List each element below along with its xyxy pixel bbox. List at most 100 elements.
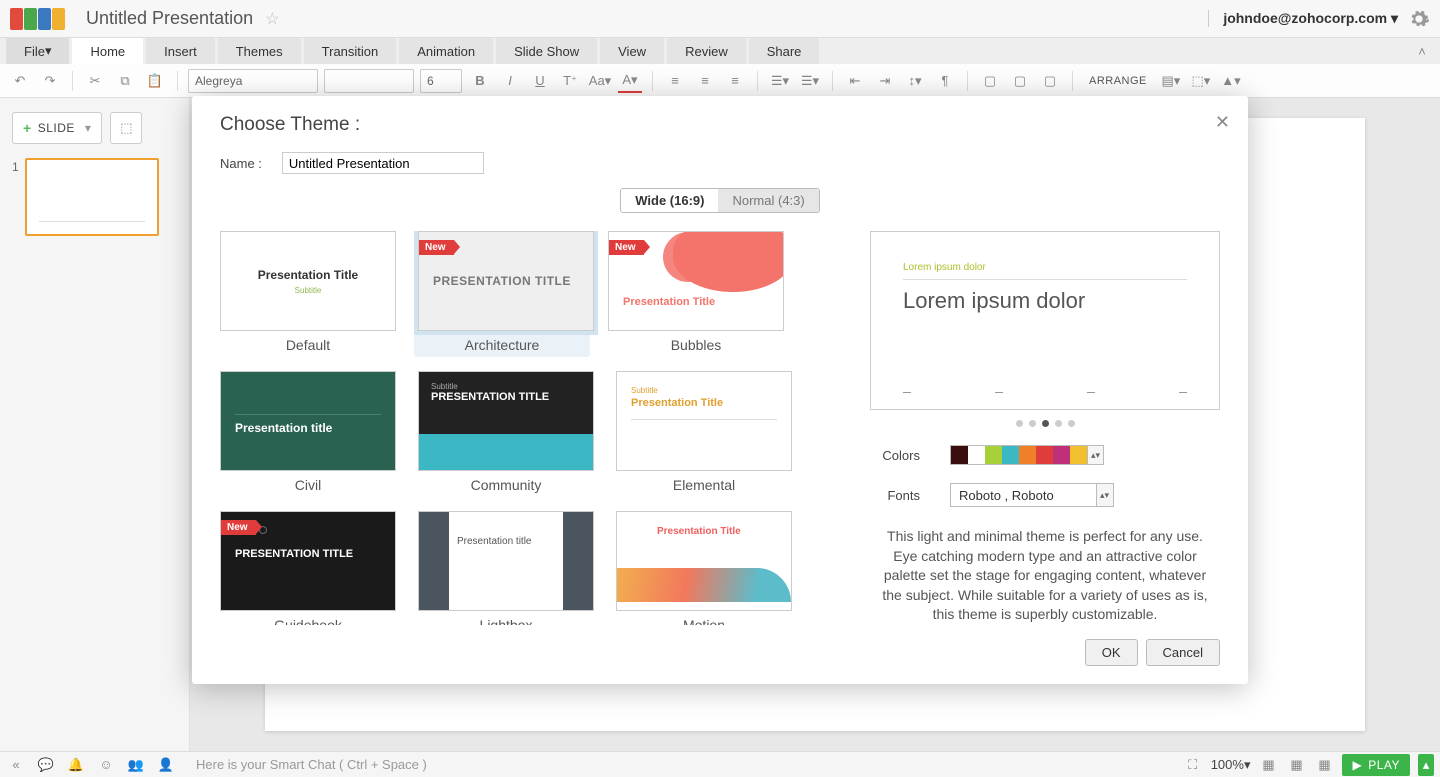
fit-icon[interactable]: ⛶ (1183, 755, 1203, 775)
color-swatch[interactable] (1036, 446, 1053, 464)
theme-civil[interactable]: Presentation title Civil (220, 371, 396, 493)
preview-pager[interactable] (870, 420, 1220, 427)
theme-community[interactable]: Subtitle PRESENTATION TITLE Community (418, 371, 594, 493)
chat-icon[interactable]: 💬 (36, 755, 56, 775)
ratio-normal-button[interactable]: Normal (4:3) (718, 189, 818, 212)
bullet-list-icon[interactable]: ☰▾ (768, 69, 792, 93)
font-style-select[interactable] (324, 69, 414, 93)
theme-motion[interactable]: Presentation Title Motion (616, 511, 792, 625)
menu-animation[interactable]: Animation (399, 38, 493, 64)
pager-dot[interactable] (1016, 420, 1023, 427)
color-swatches: ▴▾ (950, 445, 1104, 465)
decrease-indent-icon[interactable]: ⇤ (843, 69, 867, 93)
theme-preview-panel: Lorem ipsum dolor Lorem ipsum dolor Colo… (830, 231, 1220, 625)
menu-insert[interactable]: Insert (146, 38, 215, 64)
color-swatch[interactable] (1053, 446, 1070, 464)
menu-slideshow[interactable]: Slide Show (496, 38, 597, 64)
arrange-rotate-icon[interactable]: ▲▾ (1219, 69, 1243, 93)
notification-bell-icon[interactable]: 🔔 (66, 755, 86, 775)
menu-view[interactable]: View (600, 38, 664, 64)
theme-architecture[interactable]: New PRESENTATION TITLE Architecture (414, 231, 590, 357)
colors-dropdown-icon[interactable]: ▴▾ (1087, 446, 1103, 464)
cancel-button[interactable]: Cancel (1146, 639, 1220, 666)
new-slide-button[interactable]: + SLIDE ▾ (12, 112, 102, 144)
view-normal-icon[interactable]: ▦ (1258, 755, 1278, 775)
align-right-icon[interactable]: ≡ (723, 69, 747, 93)
status-bar: « 💬 🔔 ☺ 👥 👤 Here is your Smart Chat ( Ct… (0, 751, 1440, 777)
zoom-level[interactable]: 100%▾ (1211, 757, 1251, 773)
theme-default[interactable]: Presentation Title Subtitle Default (220, 231, 396, 353)
profile-icon[interactable]: 👤 (156, 755, 176, 775)
name-label: Name : (220, 156, 262, 171)
theme-lightbox[interactable]: Presentation title Lightbox (418, 511, 594, 625)
color-swatch[interactable] (951, 446, 968, 464)
underline-icon[interactable]: U (528, 69, 552, 93)
color-swatch[interactable] (968, 446, 985, 464)
user-email[interactable]: johndoe@zohocorp.com ▾ (1208, 10, 1398, 27)
smart-chat-hint[interactable]: Here is your Smart Chat ( Ctrl + Space ) (196, 757, 427, 772)
view-master-icon[interactable]: ▦ (1314, 755, 1334, 775)
play-dropdown[interactable]: ▴ (1418, 754, 1434, 776)
shape-3-icon[interactable]: ▢ (1038, 69, 1062, 93)
contacts-icon[interactable]: 👥 (126, 755, 146, 775)
cut-icon[interactable]: ✂ (83, 69, 107, 93)
theme-guidebook[interactable]: New PRESENTATION TITLE Guidebook (220, 511, 396, 625)
text-case-icon[interactable]: Aa▾ (588, 69, 612, 93)
increase-indent-icon[interactable]: ⇥ (873, 69, 897, 93)
color-swatch[interactable] (1070, 446, 1087, 464)
number-list-icon[interactable]: ☰▾ (798, 69, 822, 93)
paste-icon[interactable]: 📋 (143, 69, 167, 93)
play-button[interactable]: ▶ PLAY (1342, 754, 1410, 776)
superscript-icon[interactable]: T⁺ (558, 69, 582, 93)
presentation-name-input[interactable] (282, 152, 484, 174)
italic-icon[interactable]: I (498, 69, 522, 93)
pager-dot-active[interactable] (1042, 420, 1049, 427)
ratio-wide-button[interactable]: Wide (16:9) (621, 189, 718, 212)
undo-icon[interactable]: ↶ (8, 69, 32, 93)
shape-2-icon[interactable]: ▢ (1008, 69, 1032, 93)
color-swatch[interactable] (1002, 446, 1019, 464)
pager-dot[interactable] (1068, 420, 1075, 427)
document-title[interactable]: Untitled Presentation (86, 8, 253, 29)
expand-left-icon[interactable]: « (6, 755, 26, 775)
modal-overlay: Choose Theme : ✕ Name : Wide (16:9) Norm… (0, 0, 1440, 777)
settings-gear-icon[interactable] (1408, 8, 1430, 30)
theme-elemental[interactable]: Subtitle Presentation Title Elemental (616, 371, 792, 493)
dialog-close-icon[interactable]: ✕ (1215, 112, 1230, 133)
slide-layout-button[interactable]: ⬚ (110, 112, 142, 144)
theme-bubbles[interactable]: New Presentation Title Bubbles (608, 231, 784, 353)
menu-themes[interactable]: Themes (218, 38, 301, 64)
bold-icon[interactable]: B (468, 69, 492, 93)
copy-icon[interactable]: ⧉ (113, 69, 137, 93)
menu-file[interactable]: File ▾ (6, 38, 69, 64)
slide-thumbnail-1[interactable] (25, 158, 159, 236)
redo-icon[interactable]: ↷ (38, 69, 62, 93)
pager-dot[interactable] (1029, 420, 1036, 427)
favorite-star-icon[interactable]: ☆ (265, 9, 279, 29)
plus-icon: + (23, 120, 32, 136)
menu-share[interactable]: Share (749, 38, 820, 64)
color-swatch[interactable] (985, 446, 1002, 464)
font-color-icon[interactable]: A▾ (618, 69, 642, 93)
aspect-ratio-toggle: Wide (16:9) Normal (4:3) (620, 188, 819, 213)
line-spacing-icon[interactable]: ↕▾ (903, 69, 927, 93)
fonts-select[interactable]: Roboto , Roboto ▴▾ (950, 483, 1114, 507)
menu-home[interactable]: Home (72, 38, 143, 64)
font-size-select[interactable]: 6 (420, 69, 462, 93)
menu-transition[interactable]: Transition (304, 38, 397, 64)
emoji-icon[interactable]: ☺ (96, 755, 116, 775)
color-swatch[interactable] (1019, 446, 1036, 464)
arrange-align-icon[interactable]: ▤▾ (1159, 69, 1183, 93)
menu-review[interactable]: Review (667, 38, 746, 64)
collapse-ribbon-icon[interactable]: ˄ (1410, 38, 1434, 64)
align-left-icon[interactable]: ≡ (663, 69, 687, 93)
align-center-icon[interactable]: ≡ (693, 69, 717, 93)
view-sorter-icon[interactable]: ▦ (1286, 755, 1306, 775)
text-direction-icon[interactable]: ¶ (933, 69, 957, 93)
shape-1-icon[interactable]: ▢ (978, 69, 1002, 93)
pager-dot[interactable] (1055, 420, 1062, 427)
arrange-group-icon[interactable]: ⬚▾ (1189, 69, 1213, 93)
themes-grid[interactable]: Presentation Title Subtitle Default New … (220, 231, 830, 625)
font-family-select[interactable]: Alegreya (188, 69, 318, 93)
ok-button[interactable]: OK (1085, 639, 1138, 666)
